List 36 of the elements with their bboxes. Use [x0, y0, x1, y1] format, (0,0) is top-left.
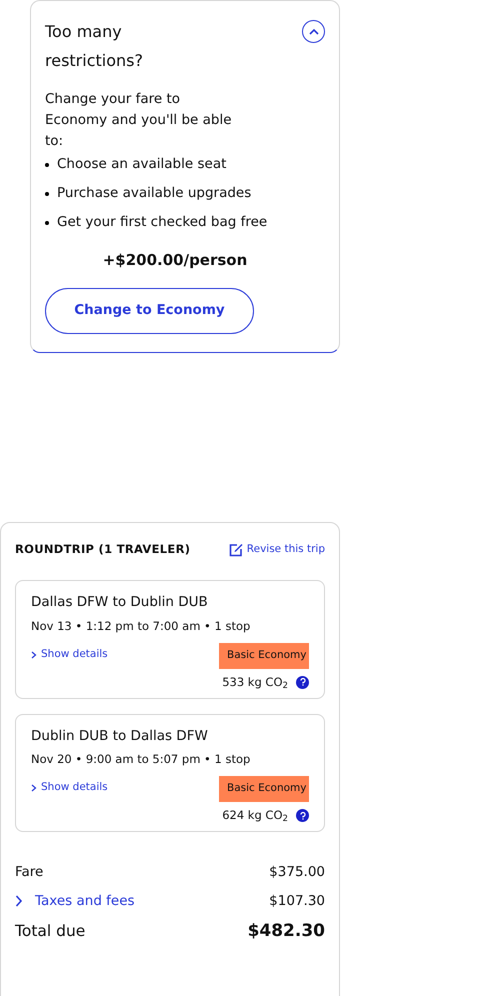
intro-text: Change your fare to Economy and you'll be able to: [45, 90, 233, 151]
upgrade-price: +$200.00/person [102, 250, 248, 271]
chevron-icon [31, 650, 37, 659]
benefit-text: Get your first checked bag free [57, 213, 268, 232]
benefit-text: Choose an available seat [57, 155, 226, 174]
trip-heading: ROUNDTRIP (1 TRAVELER) [15, 541, 190, 558]
fare-badge: Basic Economy [219, 642, 309, 668]
bullet-icon [45, 163, 49, 167]
benefit-text: Purchase available upgrades [57, 184, 252, 203]
help-icon[interactable] [296, 676, 309, 689]
chevron-icon [31, 784, 37, 792]
flight-route: Dublin DUB to Dallas DFW [31, 726, 209, 746]
bullet-icon [45, 221, 49, 225]
emissions-text: 533 kg CO$_{2}$ [222, 674, 288, 691]
flight-schedule: Nov 20 • 9:00 am to 5:07 pm • 1 stop [31, 751, 252, 768]
taxes-amount: $107.30 [269, 892, 325, 910]
fare-label: Fare [15, 863, 44, 882]
show-details-link[interactable]: Show details [31, 780, 108, 796]
chevron-icon [15, 894, 23, 907]
revise-trip-link[interactable]: Revise this trip [228, 542, 325, 558]
total-amount: $482.30 [248, 920, 325, 943]
fare-badge: Basic Economy [219, 776, 309, 802]
change-fare-button[interactable]: Change to Economy [45, 288, 254, 334]
show-details-link[interactable]: Show details [31, 646, 108, 662]
fare-amount: $375.00 [269, 863, 325, 882]
total-label: Total due [15, 920, 86, 942]
help-icon[interactable] [296, 809, 309, 822]
taxes-link[interactable]: Taxes and fees [15, 890, 135, 911]
flight-route: Dallas DFW to Dublin DUB [31, 593, 209, 612]
edit-icon [228, 542, 243, 557]
emissions-text: 624 kg CO$_{2}$ [222, 807, 288, 824]
flight-schedule: Nov 13 • 1:12 pm to 7:00 am • 1 stop [31, 618, 252, 634]
collapse-toggle[interactable] [302, 20, 325, 43]
chevron-icon [308, 28, 320, 36]
panel-title: Too many restrictions? [45, 21, 144, 72]
bullet-icon [45, 192, 49, 196]
